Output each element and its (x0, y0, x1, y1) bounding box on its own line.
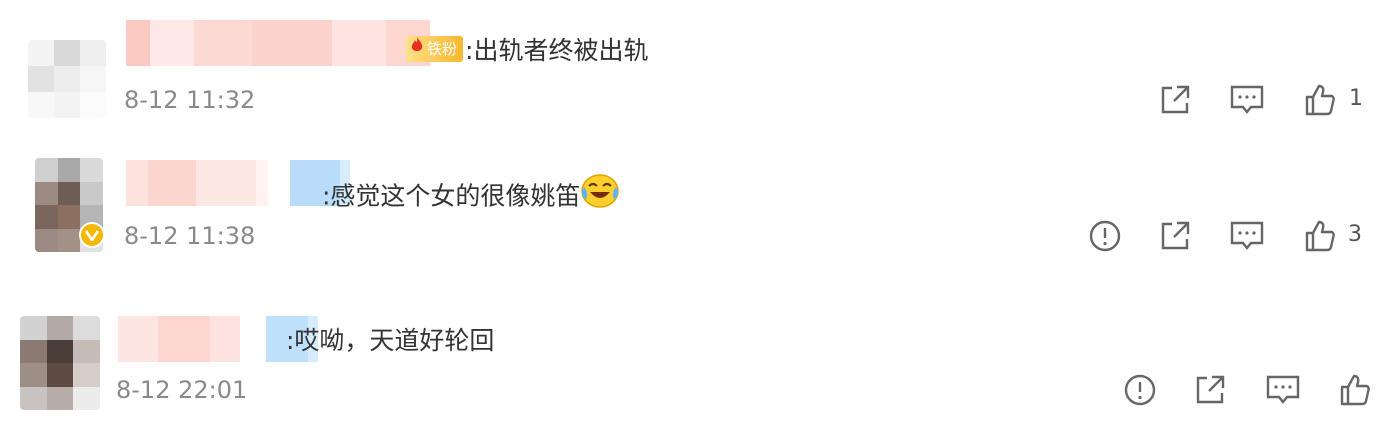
comment-text: :感觉这个女的很像姚笛 (322, 173, 620, 219)
report-button[interactable] (1085, 216, 1125, 256)
like-count: 3 (1348, 222, 1362, 247)
share-button[interactable] (1155, 216, 1195, 256)
comment-actions: 1 (1150, 80, 1380, 120)
fan-badge: 铁粉 (406, 34, 464, 64)
comment-item: :哎呦，天道好轮回 8-12 22:01 (0, 290, 1390, 446)
username-blurred[interactable] (126, 160, 350, 206)
share-icon (1161, 221, 1190, 250)
comment-actions (1115, 370, 1375, 410)
comment-icon (1230, 85, 1264, 114)
laughing-crying-emoji-icon (580, 173, 620, 216)
thumbs-up-icon (1305, 84, 1335, 116)
comment-icon (1266, 375, 1300, 404)
comment-item: :感觉这个女的很像姚笛 8-12 11:38 3 (0, 140, 1390, 280)
avatar[interactable] (28, 40, 106, 118)
share-button[interactable] (1155, 80, 1195, 120)
fire-icon (410, 34, 424, 64)
comment-actions: 3 (1080, 216, 1380, 256)
comment-text: 铁粉 :出轨者终被出轨 (406, 36, 648, 66)
exclamation-circle-icon (1124, 374, 1156, 406)
avatar[interactable] (20, 316, 100, 410)
reply-button[interactable] (1263, 370, 1303, 410)
like-count: 1 (1349, 86, 1363, 111)
comment-text: :哎呦，天道好轮回 (286, 326, 495, 355)
comment-time: 8-12 11:38 (124, 222, 256, 250)
comment-item: 铁粉 :出轨者终被出轨 8-12 11:32 1 (0, 0, 1390, 140)
share-icon (1196, 375, 1225, 404)
comment-time: 8-12 22:01 (116, 376, 248, 404)
report-button[interactable] (1120, 370, 1160, 410)
thumbs-up-icon (1340, 374, 1370, 406)
verified-icon (85, 230, 99, 241)
share-button[interactable] (1190, 370, 1230, 410)
exclamation-circle-icon (1089, 220, 1121, 252)
username-blurred[interactable] (126, 20, 430, 66)
thumbs-up-icon (1305, 220, 1335, 252)
comment-icon (1230, 221, 1264, 250)
like-button[interactable] (1300, 80, 1340, 120)
reply-button[interactable] (1227, 216, 1267, 256)
share-icon (1161, 85, 1190, 114)
verified-badge (79, 222, 105, 248)
like-button[interactable] (1300, 216, 1340, 256)
reply-button[interactable] (1227, 80, 1267, 120)
comment-time: 8-12 11:32 (124, 86, 256, 114)
like-button[interactable] (1335, 370, 1375, 410)
